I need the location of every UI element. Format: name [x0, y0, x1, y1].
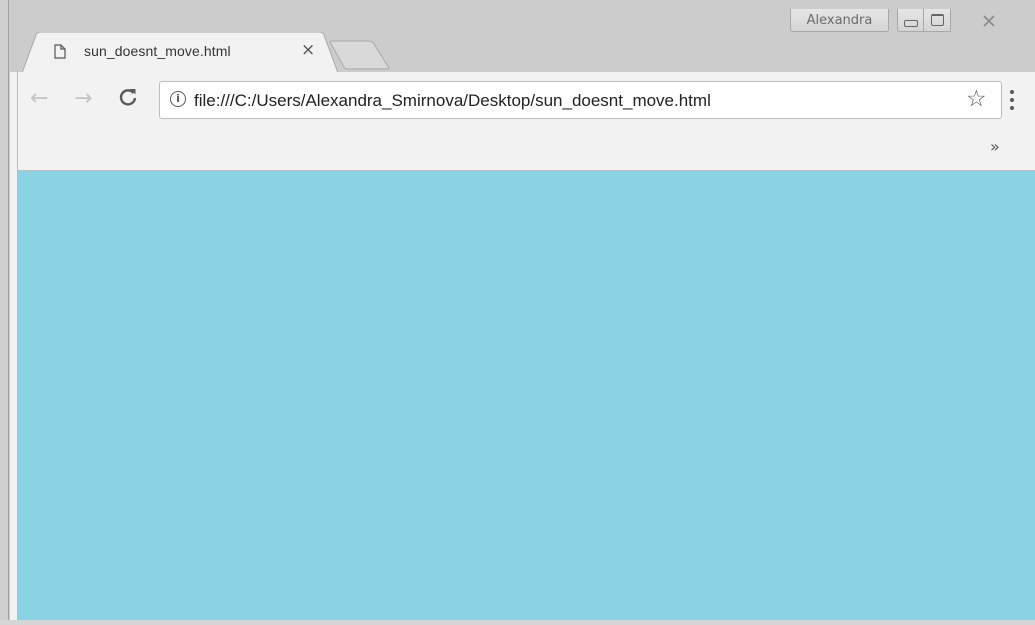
maximize-icon: [930, 14, 944, 26]
tab-title: sun_doesnt_move.html: [84, 43, 231, 59]
profile-name: Alexandra: [806, 12, 873, 28]
window-left-border: [0, 0, 18, 625]
minimize-icon: [903, 19, 918, 27]
profile-button[interactable]: Alexandra: [790, 9, 889, 32]
bookmark-star-icon[interactable]: ☆: [966, 86, 987, 112]
address-bar[interactable]: i file:///C:/Users/Alexandra_Smirnova/De…: [159, 81, 1002, 119]
close-icon: [983, 14, 995, 27]
window-controls: [897, 9, 1027, 32]
window-bottom-border: [0, 620, 1035, 625]
close-window-button[interactable]: [951, 9, 1027, 32]
menu-dot: [1010, 98, 1014, 102]
reload-icon: [119, 89, 137, 106]
minimize-button[interactable]: [897, 9, 924, 32]
back-button[interactable]: ←: [30, 86, 48, 111]
menu-dot: [1010, 106, 1014, 110]
maximize-button[interactable]: [924, 9, 951, 32]
url-text[interactable]: file:///C:/Users/Alexandra_Smirnova/Desk…: [194, 91, 711, 111]
page-content: [18, 171, 1035, 620]
info-icon[interactable]: i: [170, 91, 186, 107]
bookmarks-overflow-icon[interactable]: »: [990, 137, 1000, 156]
browser-window: Alexandra sun_doesnt_move.html × ← → i f…: [0, 0, 1035, 625]
new-tab-button[interactable]: [329, 40, 391, 70]
tab-active[interactable]: sun_doesnt_move.html ×: [22, 32, 339, 74]
toolbar: ← → i file:///C:/Users/Alexandra_Smirnov…: [18, 72, 1035, 132]
menu-dot: [1010, 90, 1014, 94]
reload-button[interactable]: [118, 83, 138, 113]
page-icon: [54, 44, 66, 59]
bookmarks-bar: »: [18, 132, 1035, 171]
menu-icon[interactable]: [1010, 90, 1014, 110]
forward-button[interactable]: →: [74, 86, 92, 111]
tab-close-icon[interactable]: ×: [301, 40, 315, 60]
